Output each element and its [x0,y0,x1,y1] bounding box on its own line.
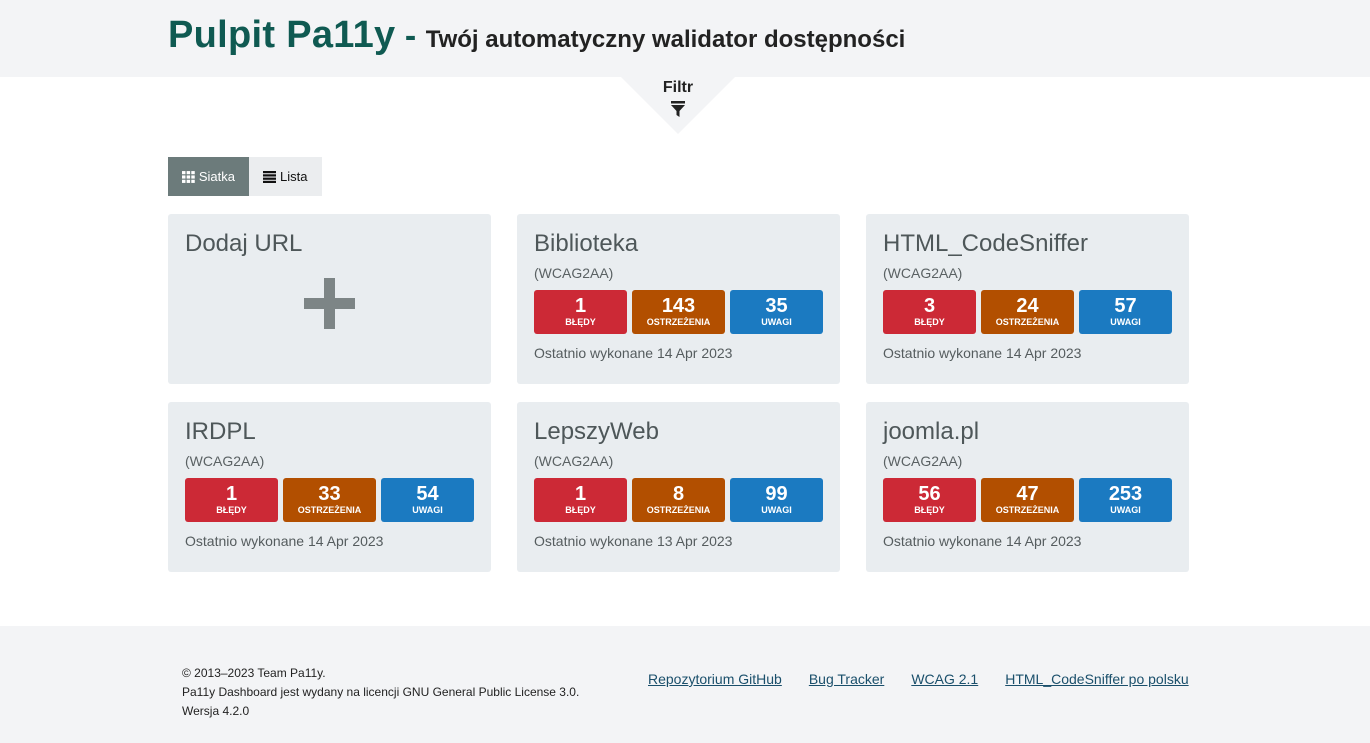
task-stats: 1 BŁĘDY 33 OSTRZEŻENIA 54 UWAGI [185,478,474,522]
task-stats: 1 BŁĘDY 8 OSTRZEŻENIA 99 UWAGI [534,478,823,522]
filter-icon [671,101,685,117]
footer-links: Repozytorium GitHub Bug Tracker WCAG 2.1… [648,671,1189,687]
errors-label: BŁĘDY [914,505,945,515]
errors-count: 56 [918,483,941,505]
list-icon [263,170,276,183]
task-standard: (WCAG2AA) [185,453,265,469]
notices-label: UWAGI [1110,317,1141,327]
add-url-card[interactable]: Dodaj URL [168,214,491,384]
bug-tracker-link[interactable]: Bug Tracker [809,671,884,687]
errors-label: BŁĘDY [565,505,596,515]
last-run: Ostatnio wykonane 13 Apr 2023 [534,533,733,549]
list-view-button[interactable]: Lista [249,157,322,196]
notices-count: 57 [1114,295,1137,317]
warnings-count: 8 [672,483,685,505]
task-name[interactable]: LepszyWeb [534,418,659,446]
notices-label: UWAGI [1110,505,1141,515]
errors-label: BŁĘDY [565,317,596,327]
plus-icon [304,278,355,329]
filter-toggle[interactable]: Filtr [621,77,735,134]
warnings-badge[interactable]: 24 OSTRZEŻENIA [981,290,1074,334]
tagline: Twój automatyczny walidator dostępności [425,26,906,53]
task-card[interactable]: HTML_CodeSniffer (WCAG2AA) 3 BŁĘDY 24 OSTR… [866,214,1189,384]
notices-label: UWAGI [761,505,792,515]
task-card[interactable]: IRDPL (WCAG2AA) 1 BŁĘDY 33 OSTRZEŻENIA 54 U… [168,402,491,572]
warnings-label: OSTRZEŻENIA [297,505,362,515]
warnings-count: 33 [318,483,341,505]
errors-label: BŁĘDY [914,317,945,327]
task-stats: 3 BŁĘDY 24 OSTRZEŻENIA 57 UWAGI [883,290,1172,334]
task-stats: 1 BŁĘDY 143 OSTRZEŻENIA 35 UWAGI [534,290,823,334]
notices-badge[interactable]: 253 UWAGI [1079,478,1172,522]
task-standard: (WCAG2AA) [534,453,614,469]
last-run: Ostatnio wykonane 14 Apr 2023 [883,533,1082,549]
task-standard: (WCAG2AA) [534,265,614,281]
errors-count: 1 [225,483,238,505]
warnings-label: OSTRZEŻENIA [995,505,1060,515]
grid-view-button[interactable]: Siatka [168,157,249,196]
task-standard: (WCAG2AA) [883,265,963,281]
notices-count: 54 [416,483,439,505]
page-title: Pulpit Pa11y - Twój automatyczny walidat… [168,14,905,57]
warnings-badge[interactable]: 33 OSTRZEŻENIA [283,478,376,522]
html-codesniffer-link[interactable]: HTML_CodeSniffer po polsku [1005,671,1188,687]
title-separator: - [395,17,426,55]
grid-icon [182,170,195,183]
task-name[interactable]: Biblioteka [534,230,638,258]
notices-count: 35 [765,295,788,317]
notices-label: UWAGI [412,505,443,515]
task-name[interactable]: IRDPL [185,418,256,446]
task-card[interactable]: joomla.pl (WCAG2AA) 56 BŁĘDY 47 OSTRZEŻENI… [866,402,1189,572]
version: Wersja 4.2.0 [182,704,250,718]
errors-badge[interactable]: 3 BŁĘDY [883,290,976,334]
warnings-badge[interactable]: 8 OSTRZEŻENIA [632,478,725,522]
task-name[interactable]: HTML_CodeSniffer [883,230,1088,258]
warnings-badge[interactable]: 47 OSTRZEŻENIA [981,478,1074,522]
errors-count: 1 [574,483,587,505]
page-header: Pulpit Pa11y - Twój automatyczny walidat… [0,0,1370,77]
brand-name[interactable]: Pulpit Pa11y [168,14,395,56]
last-run: Ostatnio wykonane 14 Apr 2023 [185,533,384,549]
errors-label: BŁĘDY [216,505,247,515]
errors-badge[interactable]: 56 BŁĘDY [883,478,976,522]
wcag-link[interactable]: WCAG 2.1 [911,671,978,687]
warnings-count: 143 [661,295,696,317]
notices-count: 99 [765,483,788,505]
page-footer: © 2013–2023 Team Pa11y. Pa11y Dashboard … [0,626,1370,743]
notices-badge[interactable]: 35 UWAGI [730,290,823,334]
errors-count: 3 [923,295,936,317]
view-toggle: Siatka Lista [168,157,322,196]
last-run: Ostatnio wykonane 14 Apr 2023 [883,345,1082,361]
errors-count: 1 [574,295,587,317]
notices-label: UWAGI [761,317,792,327]
grid-view-label: Siatka [198,169,235,184]
task-name[interactable]: joomla.pl [883,418,979,446]
warnings-label: OSTRZEŻENIA [646,505,711,515]
warnings-count: 47 [1016,483,1039,505]
license-text: Pa11y Dashboard jest wydany na licencji … [182,685,580,699]
warnings-label: OSTRZEŻENIA [646,317,711,327]
notices-badge[interactable]: 54 UWAGI [381,478,474,522]
notices-count: 253 [1108,483,1143,505]
warnings-badge[interactable]: 143 OSTRZEŻENIA [632,290,725,334]
add-url-label: Dodaj URL [185,230,303,257]
warnings-count: 24 [1016,295,1039,317]
task-card[interactable]: LepszyWeb (WCAG2AA) 1 BŁĘDY 8 OSTRZEŻENIA … [517,402,840,572]
task-standard: (WCAG2AA) [883,453,963,469]
filter-label: Filtr [662,79,694,96]
github-link[interactable]: Repozytorium GitHub [648,671,782,687]
notices-badge[interactable]: 57 UWAGI [1079,290,1172,334]
notices-badge[interactable]: 99 UWAGI [730,478,823,522]
list-view-label: Lista [280,169,308,184]
errors-badge[interactable]: 1 BŁĘDY [534,290,627,334]
footer-info: © 2013–2023 Team Pa11y. Pa11y Dashboard … [182,664,579,721]
task-stats: 56 BŁĘDY 47 OSTRZEŻENIA 253 UWAGI [883,478,1172,522]
copyright: © 2013–2023 Team Pa11y. [182,666,326,680]
warnings-label: OSTRZEŻENIA [995,317,1060,327]
errors-badge[interactable]: 1 BŁĘDY [185,478,278,522]
last-run: Ostatnio wykonane 14 Apr 2023 [534,345,733,361]
task-card[interactable]: Biblioteka (WCAG2AA) 1 BŁĘDY 143 OSTRZEŻEN… [517,214,840,384]
errors-badge[interactable]: 1 BŁĘDY [534,478,627,522]
